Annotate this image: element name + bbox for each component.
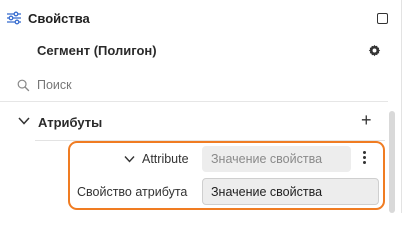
panel-title: Свойства bbox=[28, 11, 90, 26]
attribute-value-field[interactable]: Значение свойства bbox=[202, 146, 351, 172]
attributes-section-header[interactable]: Атрибуты + bbox=[0, 108, 402, 136]
properties-panel: Свойства Сегмент (Полигон) Поиск Атрибут… bbox=[0, 0, 402, 213]
section-label: Атрибуты bbox=[38, 115, 103, 130]
sliders-icon bbox=[7, 11, 21, 25]
search-placeholder: Поиск bbox=[37, 78, 72, 92]
square-icon[interactable] bbox=[377, 13, 388, 24]
scrollbar[interactable] bbox=[389, 111, 395, 213]
chevron-down-icon[interactable] bbox=[124, 155, 135, 163]
segment-title: Сегмент (Полигон) bbox=[37, 43, 157, 58]
gear-icon[interactable] bbox=[368, 44, 381, 57]
attribute-value-placeholder: Значение свойства bbox=[211, 152, 323, 166]
search-input[interactable]: Поиск bbox=[17, 78, 137, 94]
chevron-down-icon[interactable] bbox=[18, 116, 30, 126]
panel-header: Свойства bbox=[0, 0, 402, 36]
property-label: Свойство атрибута bbox=[77, 185, 188, 199]
search-icon bbox=[17, 79, 30, 92]
divider bbox=[0, 101, 388, 102]
property-value-field[interactable]: Значение свойства bbox=[202, 178, 379, 205]
property-value-text: Значение свойства bbox=[211, 185, 323, 199]
plus-icon[interactable]: + bbox=[361, 111, 372, 129]
kebab-icon[interactable] bbox=[363, 151, 367, 165]
attribute-label: Attribute bbox=[142, 152, 189, 166]
